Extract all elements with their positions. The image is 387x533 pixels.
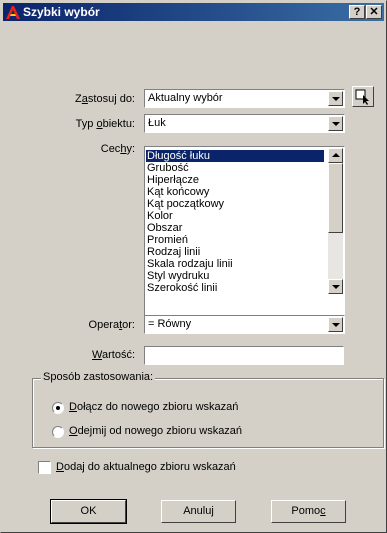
apply-method-group-title: Sposób zastosowania: <box>41 371 156 383</box>
list-item[interactable]: Obszar <box>147 222 182 234</box>
list-item[interactable]: Kolor <box>147 210 173 222</box>
object-type-value: Łuk <box>148 117 166 129</box>
list-item[interactable]: Skala rodzaju linii <box>147 258 233 270</box>
list-item[interactable]: Grubość <box>147 162 189 174</box>
list-item[interactable]: Kąt początkowy <box>147 198 224 210</box>
include-radio[interactable] <box>52 402 64 414</box>
close-title-button[interactable]: ✕ <box>366 5 382 19</box>
object-type-combo[interactable]: Łuk <box>144 114 345 133</box>
ok-button[interactable]: OK <box>50 499 127 524</box>
value-label: Wartość: <box>92 349 135 361</box>
help-button[interactable]: Pomoc <box>271 500 346 523</box>
list-item[interactable]: Kąt końcowy <box>147 186 209 198</box>
object-type-label: Typ obiektu: <box>75 118 135 130</box>
quick-select-dialog: Szybki wybór ? ✕ Zastosuj do: Aktualny w… <box>0 0 387 533</box>
exclude-radio[interactable] <box>52 426 64 438</box>
include-radio-label[interactable]: Dołącz do nowego zbioru wskazań <box>69 401 238 413</box>
operator-dropdown-arrow-icon[interactable] <box>328 317 343 332</box>
cancel-button[interactable]: Anuluj <box>161 500 236 523</box>
operator-label: Operator: <box>88 319 135 331</box>
autocad-app-icon <box>6 6 20 19</box>
radio-selected-dot-icon <box>56 406 60 410</box>
apply-method-group <box>32 378 384 448</box>
append-checkbox[interactable] <box>38 461 51 474</box>
help-title-button[interactable]: ? <box>349 5 365 19</box>
list-item[interactable]: Rodzaj linii <box>147 246 200 258</box>
operator-combo[interactable]: = Równy <box>144 315 345 334</box>
list-item[interactable]: Styl wydruku <box>147 270 209 282</box>
list-item[interactable]: Szerokość linii <box>147 282 217 294</box>
title-bar[interactable]: Szybki wybór ? ✕ <box>3 3 384 21</box>
window-title: Szybki wybór <box>23 5 100 19</box>
object-type-dropdown-arrow-icon[interactable] <box>328 116 343 131</box>
list-item[interactable]: Hiperłącze <box>147 174 199 186</box>
select-objects-icon <box>355 89 369 105</box>
scroll-thumb[interactable] <box>328 163 343 233</box>
properties-listbox[interactable]: Długość łuku Grubość Hiperłącze Kąt końc… <box>144 146 345 324</box>
properties-label: Cechy: <box>100 143 135 155</box>
properties-scrollbar[interactable] <box>328 148 343 294</box>
select-objects-button[interactable] <box>352 86 374 107</box>
scroll-down-arrow-icon[interactable] <box>328 279 343 294</box>
append-checkbox-label[interactable]: Dodaj do aktualnego zbioru wskazań <box>56 461 236 473</box>
apply-to-label: Zastosuj do: <box>75 93 135 105</box>
scroll-up-arrow-icon[interactable] <box>328 148 343 163</box>
list-item[interactable]: Długość łuku <box>146 150 324 162</box>
apply-to-combo[interactable]: Aktualny wybór <box>144 89 345 108</box>
list-item[interactable]: Promień <box>147 234 188 246</box>
apply-to-value: Aktualny wybór <box>148 92 223 104</box>
operator-value: = Równy <box>148 318 192 330</box>
exclude-radio-label[interactable]: Odejmij od nowego zbioru wskazań <box>69 425 242 437</box>
apply-to-dropdown-arrow-icon[interactable] <box>328 91 343 106</box>
value-input[interactable] <box>144 346 344 365</box>
